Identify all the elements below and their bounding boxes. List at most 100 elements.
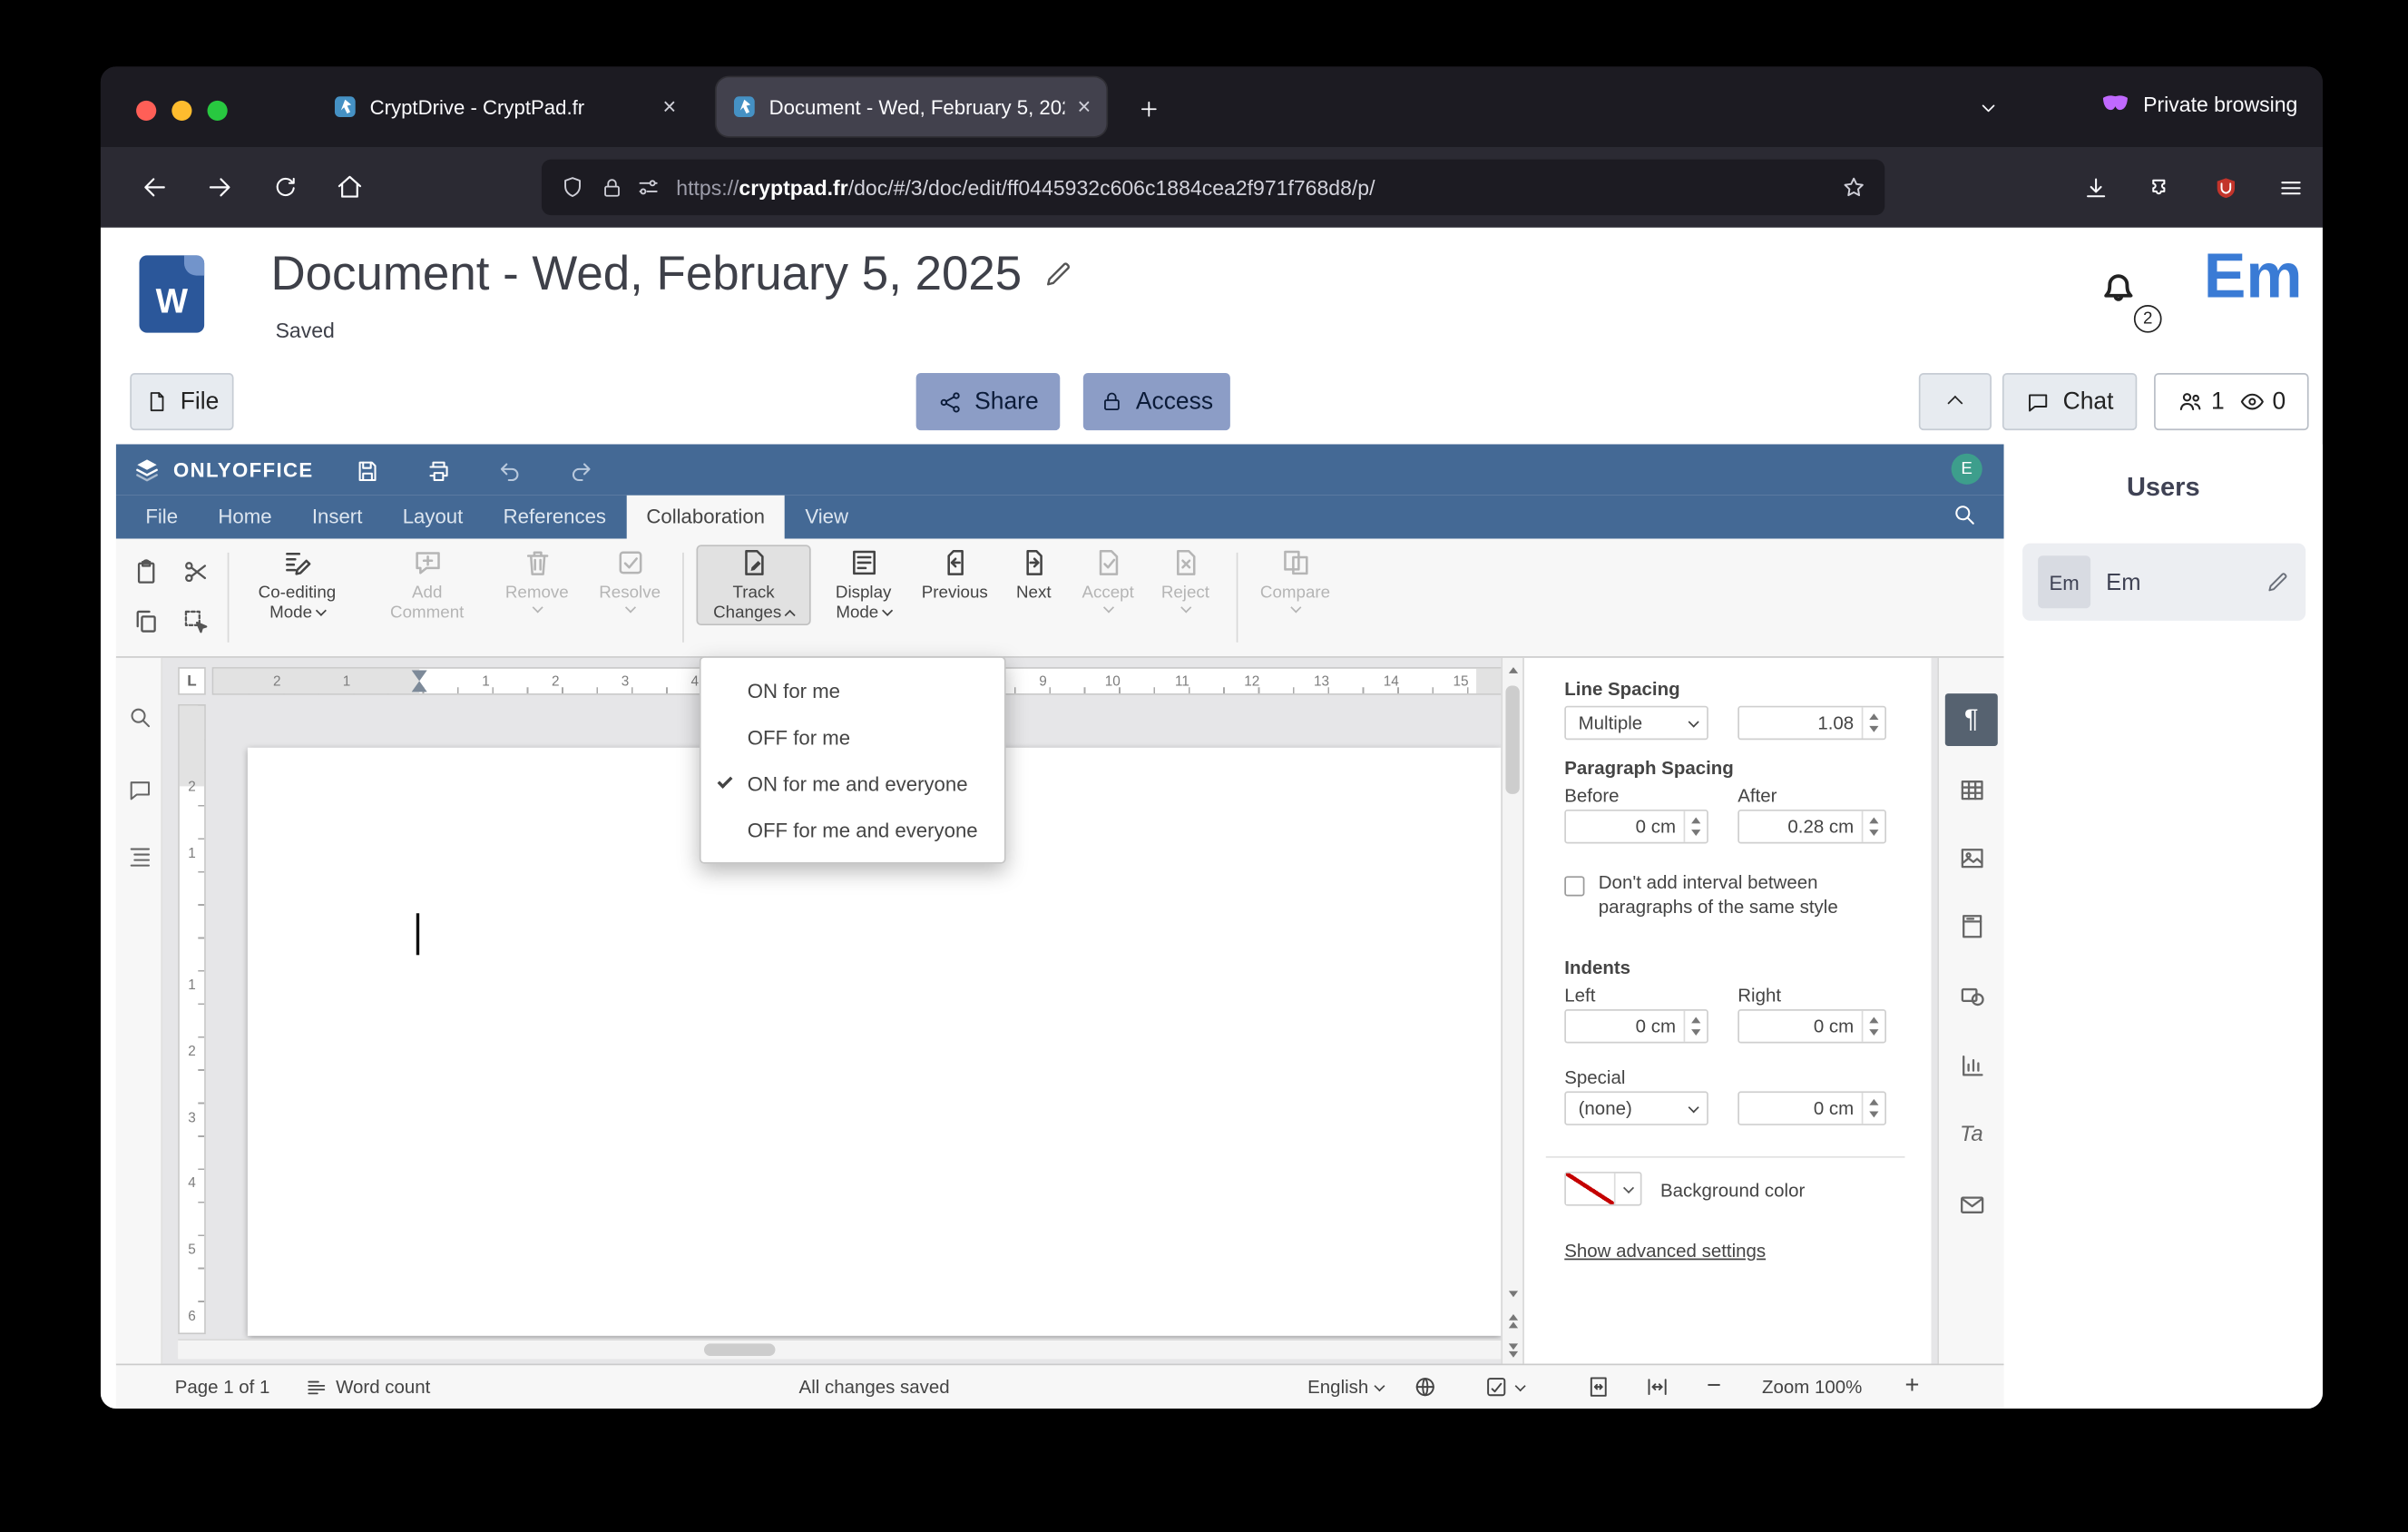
indent-right-stepper[interactable]: 0 cm <box>1737 1008 1887 1044</box>
track-menu-item[interactable]: ON for me <box>701 667 1004 713</box>
close-window-button[interactable] <box>136 100 157 122</box>
shape-settings-tab[interactable] <box>1945 969 1998 1022</box>
image-settings-tab[interactable] <box>1945 831 1998 884</box>
vertical-scroll-thumb[interactable] <box>1505 685 1520 794</box>
spacing-after-stepper[interactable]: 0.28 cm <box>1737 809 1887 844</box>
accept-change-button[interactable]: Accept <box>1072 546 1143 614</box>
left-indent-marker[interactable] <box>411 681 427 692</box>
vertical-scrollbar[interactable] <box>1501 657 1524 1364</box>
oo-tab-references[interactable]: References <box>483 496 626 539</box>
previous-page-button[interactable] <box>1503 1310 1524 1331</box>
notifications-button[interactable]: 2 <box>2094 261 2162 333</box>
downloads-button[interactable] <box>2069 161 2121 213</box>
zoom-window-button[interactable] <box>207 100 228 122</box>
track-menu-item[interactable]: OFF for me <box>701 713 1004 760</box>
oo-tab-file[interactable]: File <box>125 496 198 539</box>
list-tabs-button[interactable] <box>1965 85 2012 132</box>
headerfooter-settings-tab[interactable] <box>1945 899 1998 952</box>
menu-button[interactable] <box>2264 161 2316 213</box>
set-language-button[interactable] <box>1413 1365 1437 1409</box>
oo-tab-layout[interactable]: Layout <box>383 496 484 539</box>
page-indicator[interactable]: Page 1 of 1 <box>175 1365 270 1409</box>
fit-width-button[interactable] <box>1645 1365 1669 1409</box>
line-spacing-stepper[interactable]: 1.08 <box>1737 705 1887 741</box>
track-menu-item[interactable]: OFF for me and everyone <box>701 807 1004 853</box>
mailmerge-settings-tab[interactable] <box>1945 1178 1998 1231</box>
spellcheck-button[interactable] <box>1484 1365 1526 1409</box>
table-settings-tab[interactable] <box>1945 763 1998 816</box>
special-select[interactable]: (none) <box>1564 1091 1708 1125</box>
next-page-button[interactable] <box>1503 1339 1524 1360</box>
tab-cryptdrive[interactable]: CryptDrive - CryptPad.fr × <box>318 77 692 136</box>
fit-page-button[interactable] <box>1586 1365 1610 1409</box>
tracking-shield-icon[interactable] <box>560 175 584 200</box>
oo-tab-home[interactable]: Home <box>198 496 292 539</box>
find-button[interactable] <box>121 698 158 735</box>
share-button[interactable]: Share <box>915 373 1061 431</box>
collapse-toolbar-button[interactable] <box>1918 373 1992 431</box>
advanced-settings-link[interactable]: Show advanced settings <box>1564 1240 1766 1262</box>
oo-tab-insert[interactable]: Insert <box>292 496 383 539</box>
cut-button[interactable] <box>175 551 215 591</box>
language-select[interactable]: English <box>1307 1365 1386 1409</box>
add-comment-button[interactable]: Add Comment <box>376 546 478 624</box>
oo-tab-view[interactable]: View <box>785 496 868 539</box>
file-menu-button[interactable]: File <box>130 373 234 431</box>
quick-save-button[interactable] <box>348 452 386 489</box>
background-color-button[interactable] <box>1564 1172 1642 1206</box>
redo-button[interactable] <box>562 452 599 489</box>
back-button[interactable] <box>129 161 181 213</box>
home-button[interactable] <box>323 161 376 213</box>
previous-change-button[interactable]: Previous <box>915 546 995 604</box>
undo-button[interactable] <box>491 452 528 489</box>
select-all-button[interactable] <box>175 601 215 641</box>
rename-pencil-icon[interactable] <box>1043 259 1074 290</box>
special-stepper[interactable]: 0 cm <box>1737 1091 1887 1125</box>
extensions-button[interactable] <box>2134 161 2187 213</box>
paste-button[interactable] <box>125 551 165 591</box>
horizontal-scroll-thumb[interactable] <box>704 1343 776 1357</box>
coediting-mode-button[interactable]: Co-editing Mode <box>243 546 351 624</box>
new-tab-button[interactable] <box>1125 85 1171 132</box>
tab-stop-selector[interactable]: L <box>178 667 206 695</box>
no-interval-checkbox[interactable] <box>1564 876 1585 897</box>
horizontal-scrollbar[interactable] <box>178 1339 1502 1360</box>
remove-comment-button[interactable]: Remove <box>494 546 581 614</box>
track-menu-item[interactable]: ON for me and everyone <box>701 760 1004 806</box>
document-title[interactable]: Document - Wed, February 5, 2025 <box>270 246 1022 301</box>
ublock-button[interactable] <box>2199 161 2252 213</box>
chat-button[interactable]: Chat <box>2002 373 2138 431</box>
presence-button[interactable]: 1 0 <box>2154 373 2309 431</box>
textart-settings-tab[interactable]: Ta <box>1945 1106 1998 1159</box>
access-button[interactable]: Access <box>1082 373 1230 431</box>
zoom-in-button[interactable]: + <box>1904 1365 1919 1409</box>
track-changes-button[interactable]: Track Changes <box>698 546 809 624</box>
tab-close-icon[interactable]: × <box>1077 95 1091 119</box>
permissions-icon[interactable] <box>636 175 661 200</box>
line-spacing-select[interactable]: Multiple <box>1564 705 1708 741</box>
compare-button[interactable]: Compare <box>1252 546 1339 614</box>
scroll-down-button[interactable] <box>1503 1283 1524 1305</box>
minimize-window-button[interactable] <box>171 100 192 122</box>
first-line-indent-marker[interactable] <box>411 670 427 682</box>
spacing-before-stepper[interactable]: 0 cm <box>1564 809 1708 844</box>
edit-user-pencil-icon[interactable] <box>2266 570 2290 594</box>
comments-panel-button[interactable] <box>121 771 158 808</box>
oo-tab-collaboration[interactable]: Collaboration <box>626 495 786 539</box>
account-avatar[interactable]: Em <box>2193 240 2314 312</box>
word-count-button[interactable]: Word count <box>305 1365 430 1409</box>
display-mode-button[interactable]: Display Mode <box>818 546 908 624</box>
zoom-level[interactable]: Zoom 100% <box>1744 1365 1880 1409</box>
reload-button[interactable] <box>259 161 311 213</box>
zoom-out-button[interactable]: − <box>1707 1365 1721 1409</box>
tab-close-icon[interactable]: × <box>662 95 676 119</box>
copy-button[interactable] <box>125 601 165 641</box>
vertical-ruler[interactable]: 2 1 1 2 3 4 5 6 <box>178 704 206 1335</box>
navigation-panel-button[interactable] <box>121 838 158 875</box>
bookmark-star-icon[interactable] <box>1842 175 1866 200</box>
next-change-button[interactable]: Next <box>1001 546 1066 604</box>
tab-document[interactable]: Document - Wed, February 5, 2025 × <box>716 77 1107 137</box>
lock-icon[interactable] <box>601 176 624 200</box>
indent-left-stepper[interactable]: 0 cm <box>1564 1008 1708 1044</box>
editor-user-avatar[interactable]: E <box>1951 453 1982 485</box>
